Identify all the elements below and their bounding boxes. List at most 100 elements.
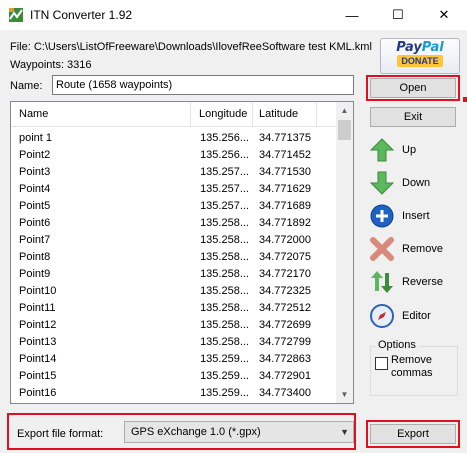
- reverse-label: Reverse: [402, 276, 443, 288]
- cell-longitude: 135.258...: [200, 251, 249, 263]
- column-header-latitude[interactable]: Latitude: [253, 102, 317, 126]
- table-row[interactable]: Point2 135.256... 34.771452: [11, 147, 337, 164]
- cell-name: Point11: [19, 302, 56, 314]
- cell-name: Point6: [19, 217, 51, 229]
- cell-longitude: 135.258...: [200, 285, 249, 297]
- compass-icon: [368, 302, 396, 330]
- cell-name: Point15: [19, 370, 57, 382]
- cell-longitude: 135.258...: [200, 336, 249, 348]
- cell-latitude: 34.771892: [259, 217, 311, 229]
- name-label: Name:: [10, 80, 43, 92]
- insert-button[interactable]: Insert: [368, 199, 430, 233]
- cell-latitude: 34.771452: [259, 149, 311, 161]
- remove-button[interactable]: Remove: [368, 232, 443, 266]
- export-format-label: Export file format:: [17, 428, 104, 440]
- down-label: Down: [402, 177, 431, 189]
- reverse-arrows-icon: [368, 268, 396, 296]
- cell-name: Point12: [19, 319, 57, 331]
- cell-latitude: 34.771375: [259, 132, 311, 144]
- table-row[interactable]: Point11 135.258... 34.772512: [11, 300, 337, 317]
- cell-longitude: 135.258...: [200, 234, 249, 246]
- table-row[interactable]: Point16 135.259... 34.773400: [11, 385, 337, 402]
- minimize-button[interactable]: —: [329, 0, 375, 30]
- table-row[interactable]: Point13 135.258... 34.772799: [11, 334, 337, 351]
- options-legend: Options: [376, 339, 418, 351]
- cell-name: Point7: [19, 234, 51, 246]
- title-bar: ITN Converter 1.92 — ☐ ✕: [0, 0, 467, 30]
- cell-latitude: 34.772799: [259, 336, 311, 348]
- cell-latitude: 34.772170: [259, 268, 311, 280]
- table-row[interactable]: Point7 135.258... 34.772000: [11, 232, 337, 249]
- cell-longitude: 135.257...: [200, 183, 249, 195]
- app-icon: [9, 8, 23, 22]
- arrow-down-icon: [368, 169, 396, 197]
- table-row[interactable]: Point14 135.259... 34.772863: [11, 351, 337, 368]
- table-row[interactable]: Point9 135.258... 34.772170: [11, 266, 337, 283]
- editor-button[interactable]: Editor: [368, 299, 431, 333]
- open-highlight: [366, 75, 460, 101]
- plus-icon: [368, 202, 396, 230]
- table-row[interactable]: Point15 135.259... 34.772901: [11, 368, 337, 385]
- down-button[interactable]: Down: [368, 166, 430, 200]
- table-row[interactable]: Point6 135.258... 34.771892: [11, 215, 337, 232]
- table-row[interactable]: Point5 135.257... 34.771689: [11, 198, 337, 215]
- paypal-donate-button[interactable]: PayPal DONATE: [380, 38, 460, 74]
- cell-name: Point13: [19, 336, 57, 348]
- arrow-up-icon: [368, 136, 396, 164]
- insert-label: Insert: [402, 210, 430, 222]
- vertical-scrollbar[interactable]: ▲ ▼: [336, 102, 353, 403]
- cell-name: Point8: [19, 251, 51, 263]
- scroll-up-icon[interactable]: ▲: [336, 102, 353, 119]
- cell-name: Point2: [19, 149, 51, 161]
- up-button[interactable]: Up: [368, 133, 416, 167]
- cell-longitude: 135.259...: [191, 402, 249, 403]
- scroll-down-icon[interactable]: ▼: [336, 386, 353, 403]
- highlight-marker: [463, 97, 467, 102]
- file-path: File: C:\Users\ListOfFreeware\Downloads\…: [10, 41, 372, 53]
- table-row[interactable]: Point12 135.258... 34.772699: [11, 317, 337, 334]
- waypoint-list[interactable]: Name Longitude Latitude point 1 135.256..…: [10, 101, 354, 404]
- cell-latitude: 34.771530: [259, 166, 311, 178]
- column-header-longitude[interactable]: Longitude: [191, 102, 253, 126]
- cell-latitude: 34.773400: [259, 387, 311, 399]
- cell-name: Point3: [19, 166, 51, 178]
- table-row[interactable]: Point4 135.257... 34.771629: [11, 181, 337, 198]
- cell-longitude: 135.259...: [200, 387, 249, 399]
- table-row[interactable]: point 1 135.256... 34.771375: [11, 130, 337, 147]
- column-header-name[interactable]: Name: [11, 102, 191, 126]
- remove-commas-checkbox[interactable]: [375, 357, 388, 370]
- maximize-button[interactable]: ☐: [375, 0, 421, 30]
- donate-label: DONATE: [397, 55, 443, 67]
- cell-latitude: 34.772325: [259, 285, 311, 297]
- cell-longitude: 135.258...: [200, 268, 249, 280]
- cell-latitude: 34.772699: [259, 319, 311, 331]
- cell-latitude: 34.772000: [259, 234, 311, 246]
- cell-latitude: 34.772901: [259, 370, 311, 382]
- cell-name: Point5: [19, 200, 51, 212]
- cell-name: Point9: [19, 268, 51, 280]
- exit-button[interactable]: Exit: [370, 107, 456, 127]
- export-format-value: GPS eXchange 1.0 (*.gpx): [131, 426, 261, 438]
- remove-commas-label[interactable]: Remove commas: [391, 354, 455, 380]
- cell-latitude: 34.771629: [259, 183, 311, 195]
- up-label: Up: [402, 144, 417, 156]
- cell-latitude: 34.772512: [259, 302, 311, 314]
- remove-x-icon: [368, 235, 396, 263]
- remove-label: Remove: [402, 243, 443, 255]
- reverse-button[interactable]: Reverse: [368, 265, 443, 299]
- close-button[interactable]: ✕: [421, 0, 467, 30]
- route-name-input[interactable]: [52, 75, 354, 95]
- table-row[interactable]: 135.259... 34.773601: [11, 402, 337, 403]
- cell-name: Point10: [19, 285, 57, 297]
- export-highlight: [366, 420, 460, 448]
- scroll-thumb[interactable]: [338, 120, 351, 140]
- cell-latitude: 34.773601: [253, 402, 311, 403]
- table-row[interactable]: Point8 135.258... 34.772075: [11, 249, 337, 266]
- export-format-select[interactable]: GPS eXchange 1.0 (*.gpx) ▼: [124, 421, 354, 443]
- table-row[interactable]: Point10 135.258... 34.772325: [11, 283, 337, 300]
- cell-name: Point4: [19, 183, 51, 195]
- waypoint-count: Waypoints: 3316: [10, 59, 92, 71]
- cell-longitude: 135.258...: [200, 302, 249, 314]
- table-row[interactable]: Point3 135.257... 34.771530: [11, 164, 337, 181]
- cell-latitude: 34.772075: [259, 251, 311, 263]
